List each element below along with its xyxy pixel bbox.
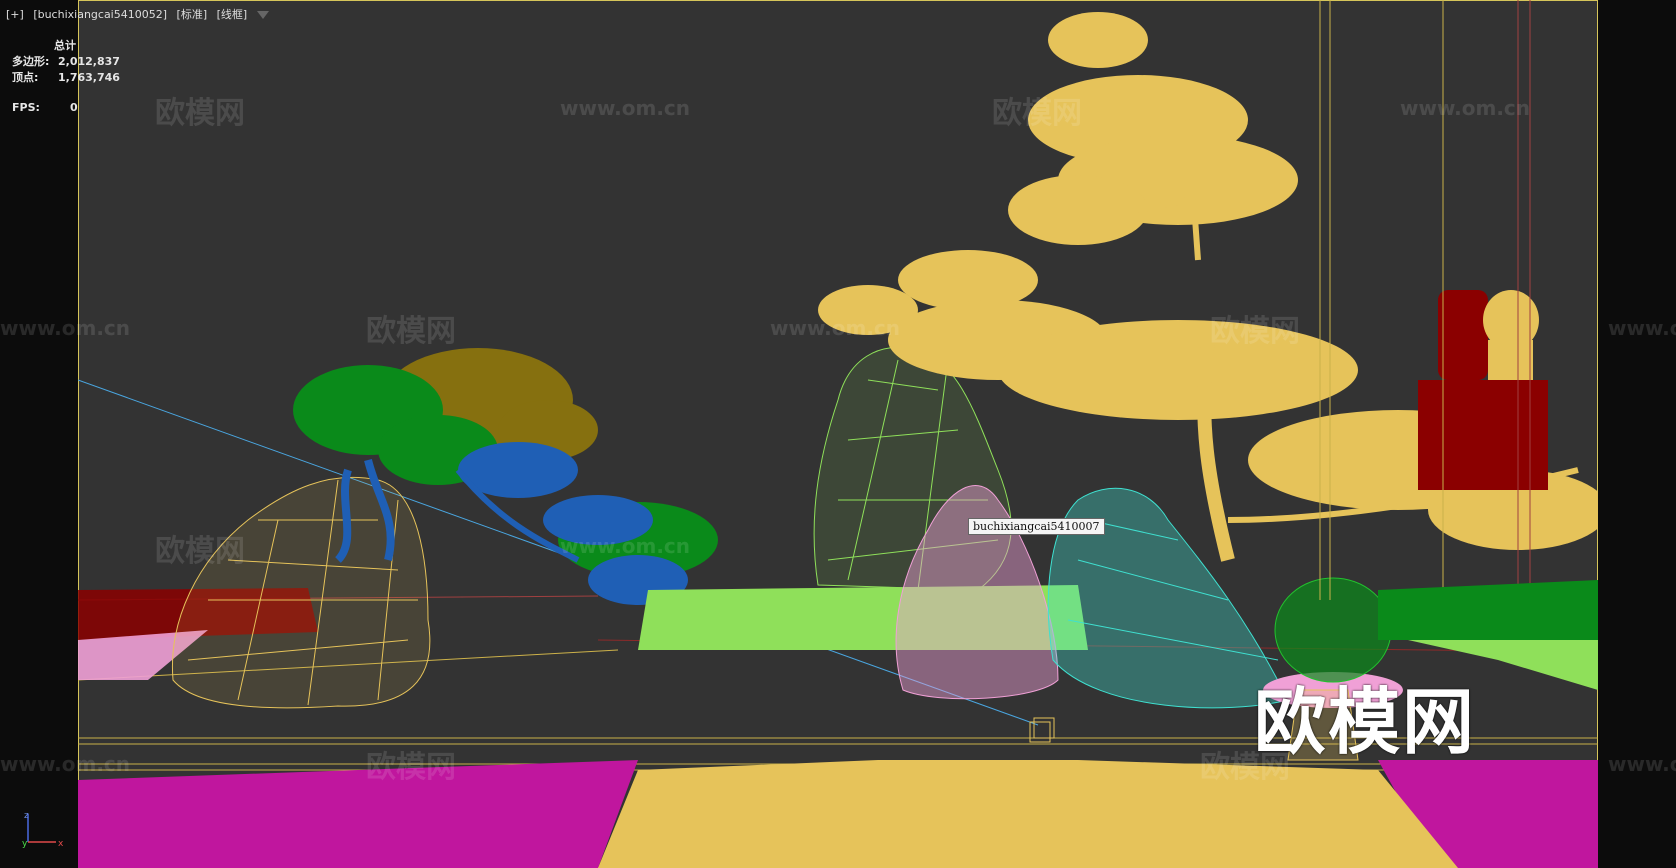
x-axis-label: x bbox=[58, 839, 64, 848]
watermark-cn: 欧模网 bbox=[366, 314, 456, 349]
watermark-cn: 欧模网 bbox=[155, 534, 245, 569]
polygons-value: 2,012,837 bbox=[58, 55, 120, 68]
stats-total-label: 总计 bbox=[54, 39, 76, 52]
selection-cube bbox=[1029, 717, 1055, 743]
watermark-url: www.om.cn bbox=[560, 96, 691, 120]
watermark-url: www.om.cn bbox=[1608, 752, 1676, 776]
viewport-shading-menu[interactable]: [标准] bbox=[177, 8, 208, 21]
vertices-value: 1,763,746 bbox=[58, 71, 120, 84]
groundcover-yellow bbox=[598, 760, 1458, 868]
polygons-label: 多边形: bbox=[12, 55, 50, 68]
viewport-plus-menu[interactable]: [+] bbox=[6, 8, 24, 21]
y-axis-label: y bbox=[22, 839, 28, 848]
watermark-cn: 欧模网 bbox=[155, 96, 245, 131]
fps-label: FPS: bbox=[12, 101, 40, 114]
watermark-url: www.om.cn bbox=[1608, 316, 1676, 340]
watermark-url: www.om.cn bbox=[0, 316, 131, 340]
red-sculpture bbox=[1418, 290, 1548, 490]
watermark-url: www.om.cn bbox=[1400, 96, 1531, 120]
watermark-cn: 欧模网 bbox=[1210, 314, 1300, 349]
statistics-panel: 总计 多边形: 2,012,837 顶点: 1,763,746 FPS: 0 bbox=[12, 38, 120, 116]
z-axis-label: z bbox=[24, 811, 29, 821]
watermark-url: www.om.cn bbox=[0, 752, 131, 776]
viewport-label[interactable]: [+] [buchixiangcai5410052] [标准] [线框] bbox=[6, 6, 275, 22]
viewport-mode-menu[interactable]: [线框] bbox=[217, 8, 248, 21]
site-logo: 欧模网 bbox=[1253, 680, 1476, 764]
vertices-label: 顶点: bbox=[12, 71, 39, 84]
fps-value: 0 bbox=[70, 101, 78, 114]
object-tooltip: buchixiangcai5410007 bbox=[968, 518, 1105, 535]
axis-gizmo: z y x bbox=[22, 811, 64, 848]
watermark-cn: 欧模网 bbox=[992, 96, 1082, 131]
watermark-url: www.om.cn bbox=[560, 534, 691, 558]
watermark-url: www.om.cn bbox=[770, 316, 901, 340]
filter-icon[interactable] bbox=[256, 11, 269, 19]
viewport-object-label[interactable]: [buchixiangcai5410052] bbox=[33, 8, 167, 21]
watermark-cn: 欧模网 bbox=[366, 750, 456, 785]
rock-left-yellow bbox=[171, 476, 431, 709]
